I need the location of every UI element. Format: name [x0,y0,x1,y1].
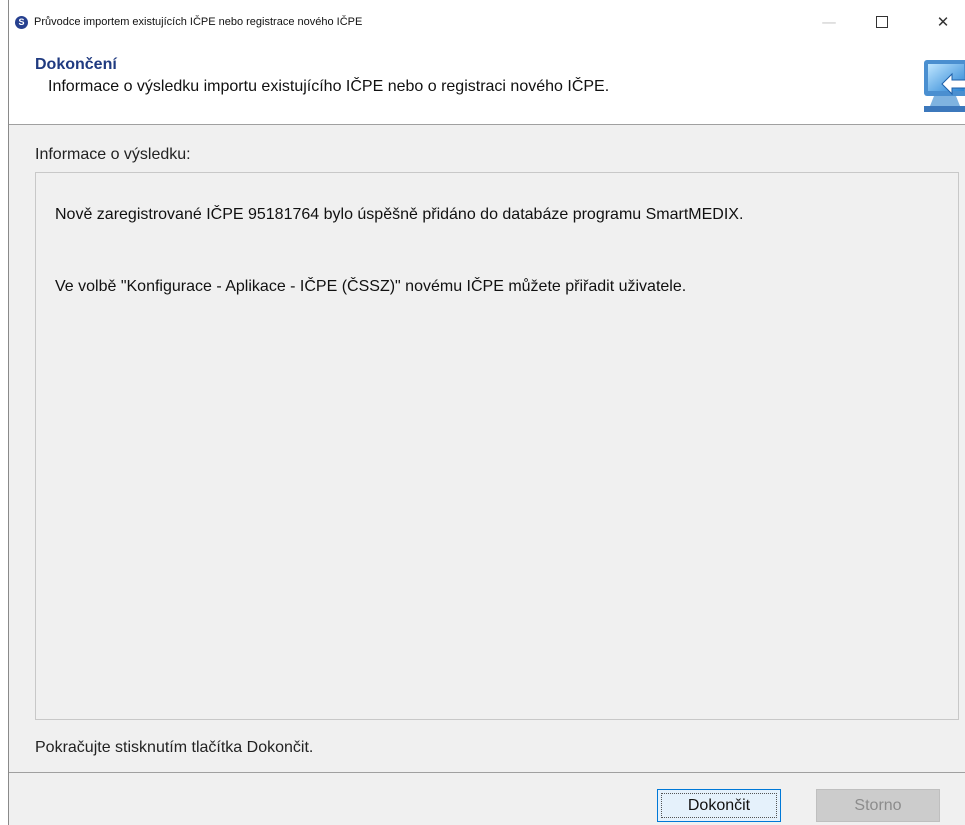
cancel-button-label: Storno [854,796,902,814]
page-title: Dokončení [35,56,117,73]
result-message-hint: Ve volbě "Konfigurace - Aplikace - IČPE … [55,278,687,295]
cancel-button[interactable]: Storno [816,789,940,822]
focus-rectangle [661,793,777,818]
title-bar[interactable]: S Průvodce importem existujících IČPE ne… [9,0,965,44]
window-title: Průvodce importem existujících IČPE nebo… [34,16,363,28]
result-message-success: Nově zaregistrované IČPE 95181764 bylo ú… [55,206,744,223]
result-info-panel: Nově zaregistrované IČPE 95181764 bylo ú… [35,172,959,720]
maximize-button[interactable] [859,0,905,44]
maximize-icon [876,16,888,28]
finish-button[interactable]: Dokončit [657,789,781,822]
minimize-icon: — [821,13,837,31]
minimize-button[interactable]: — [806,0,852,44]
close-icon: ✕ [936,13,950,31]
wizard-window: S Průvodce importem existujících IČPE ne… [8,0,965,825]
result-section-label: Informace o výsledku: [35,146,191,163]
wizard-computer-arrow-icon [912,52,965,118]
wizard-header: Dokončení Informace o výsledku importu e… [9,44,965,125]
footer-divider [9,772,965,773]
page-subtitle: Informace o výsledku importu existujícíh… [48,78,610,95]
app-logo-icon: S [15,16,28,29]
close-button[interactable]: ✕ [920,0,965,44]
footer-hint: Pokračujte stisknutím tlačítka Dokončit. [35,739,314,756]
